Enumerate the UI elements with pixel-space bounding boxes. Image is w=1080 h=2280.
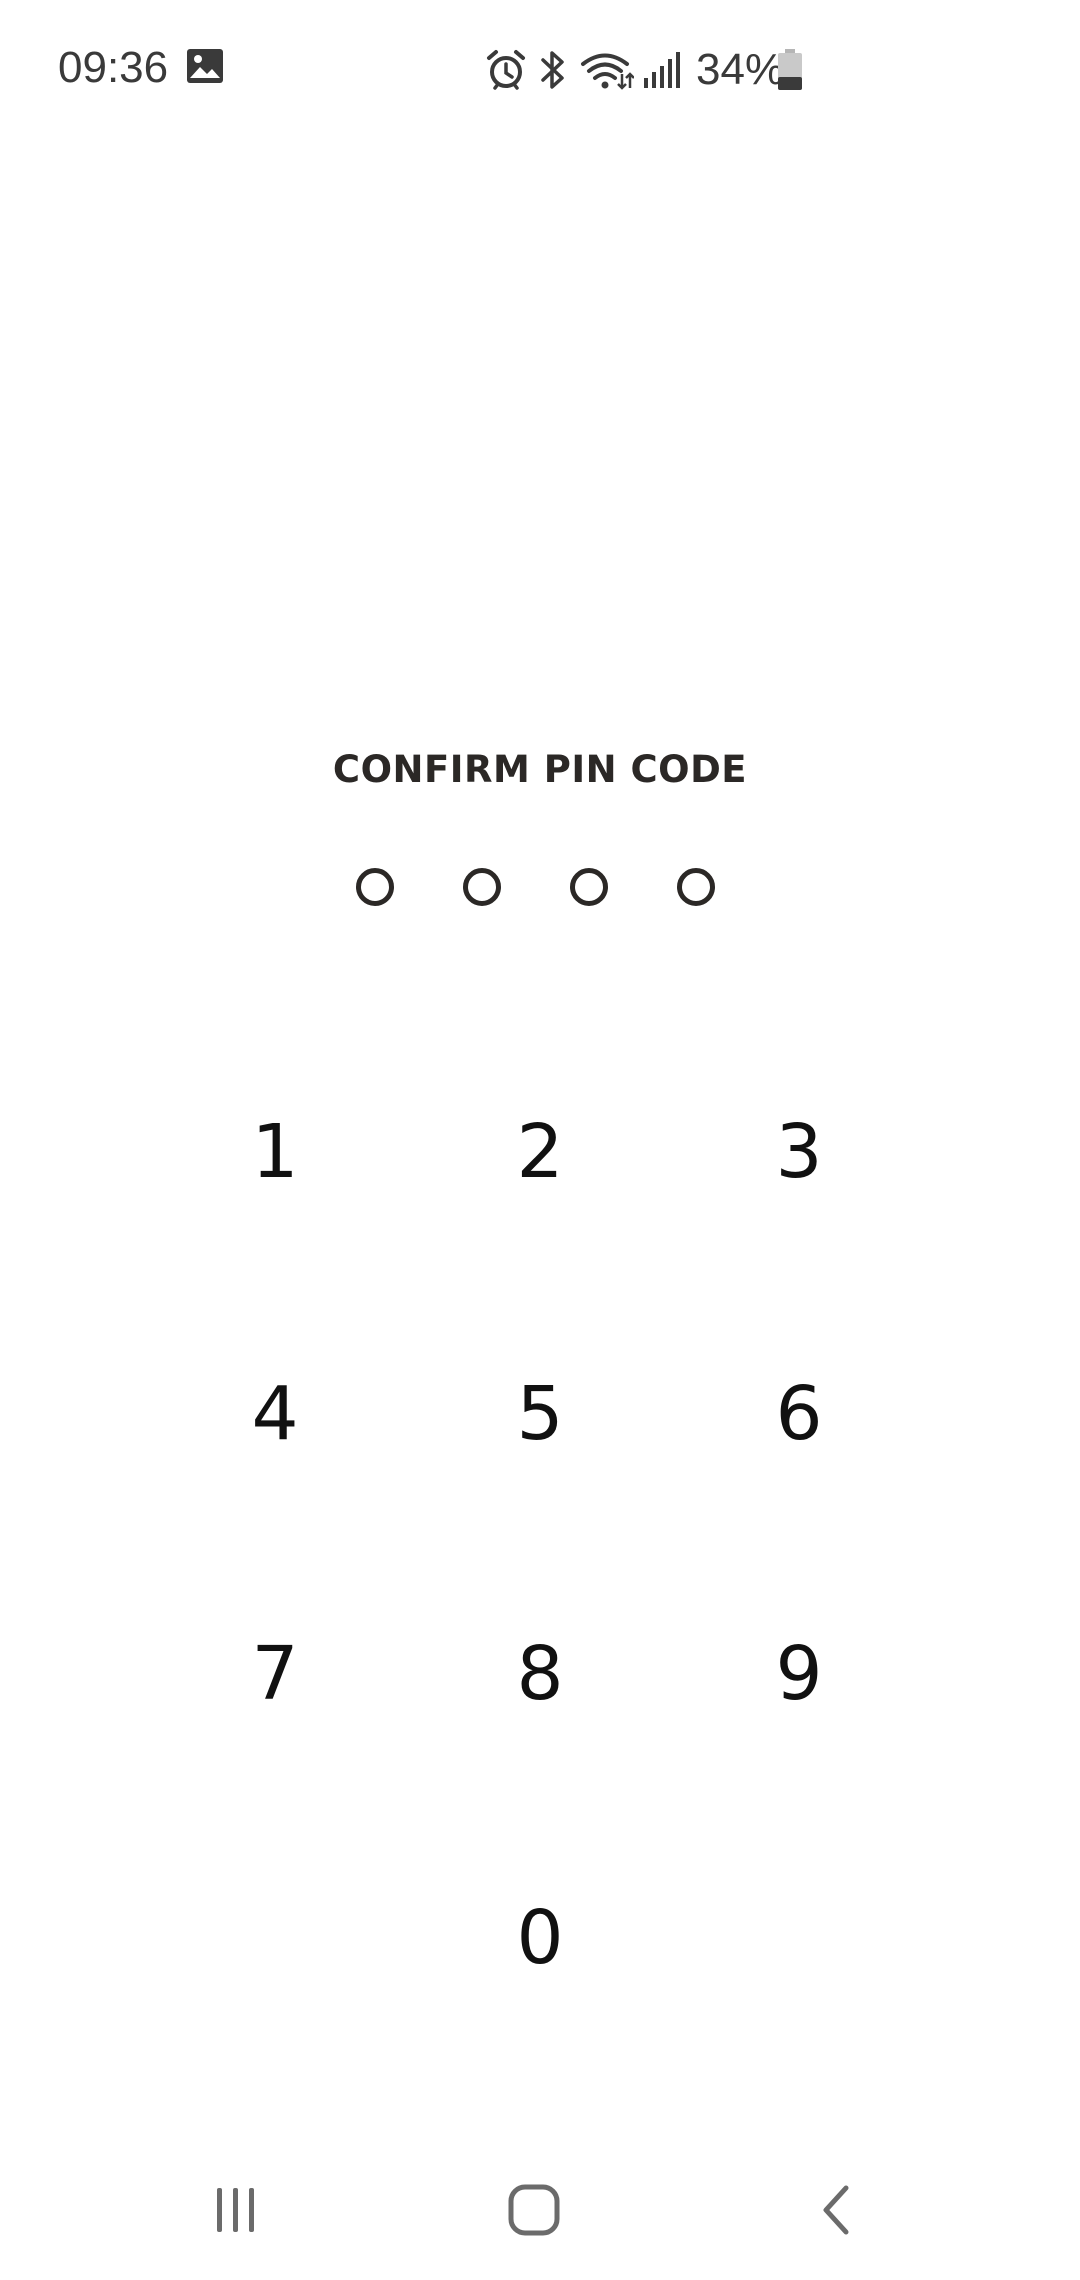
key-1[interactable]: 1 bbox=[143, 1020, 407, 1284]
battery-percent: 34% bbox=[696, 45, 785, 94]
pin-dot-2 bbox=[463, 868, 501, 906]
key-9[interactable]: 9 bbox=[667, 1542, 931, 1806]
key-5[interactable]: 5 bbox=[408, 1282, 672, 1546]
key-6[interactable]: 6 bbox=[667, 1282, 931, 1546]
key-3[interactable]: 3 bbox=[667, 1020, 931, 1284]
key-8[interactable]: 8 bbox=[408, 1542, 672, 1806]
pin-dot-4 bbox=[677, 868, 715, 906]
home-icon bbox=[508, 2184, 560, 2236]
recent-apps-icon bbox=[217, 2188, 254, 2232]
pin-dot-3 bbox=[570, 868, 608, 906]
status-icons: 34% bbox=[486, 42, 826, 98]
key-4[interactable]: 4 bbox=[143, 1282, 407, 1546]
wifi-icon bbox=[581, 53, 634, 90]
bluetooth-icon bbox=[541, 51, 564, 89]
key-0[interactable]: 0 bbox=[408, 1806, 672, 2070]
home-button[interactable] bbox=[474, 2170, 594, 2250]
back-button[interactable] bbox=[776, 2170, 896, 2250]
status-bar: 09:36 34% bbox=[0, 0, 1080, 130]
key-7[interactable]: 7 bbox=[143, 1542, 407, 1806]
gallery-icon bbox=[187, 49, 223, 83]
alarm-icon bbox=[487, 50, 525, 90]
battery-icon bbox=[778, 49, 802, 90]
navigation-bar bbox=[0, 2150, 1080, 2280]
status-time: 09:36 bbox=[58, 43, 169, 92]
page-title: CONFIRM PIN CODE bbox=[332, 748, 748, 791]
recent-apps-button[interactable] bbox=[176, 2170, 296, 2250]
pin-dot-1 bbox=[356, 868, 394, 906]
keypad: 1 2 3 4 5 6 7 8 9 0 bbox=[0, 1020, 1080, 2020]
key-2[interactable]: 2 bbox=[408, 1020, 672, 1284]
signal-icon bbox=[644, 52, 680, 88]
back-icon bbox=[823, 2185, 849, 2235]
pin-indicator bbox=[0, 868, 1080, 908]
